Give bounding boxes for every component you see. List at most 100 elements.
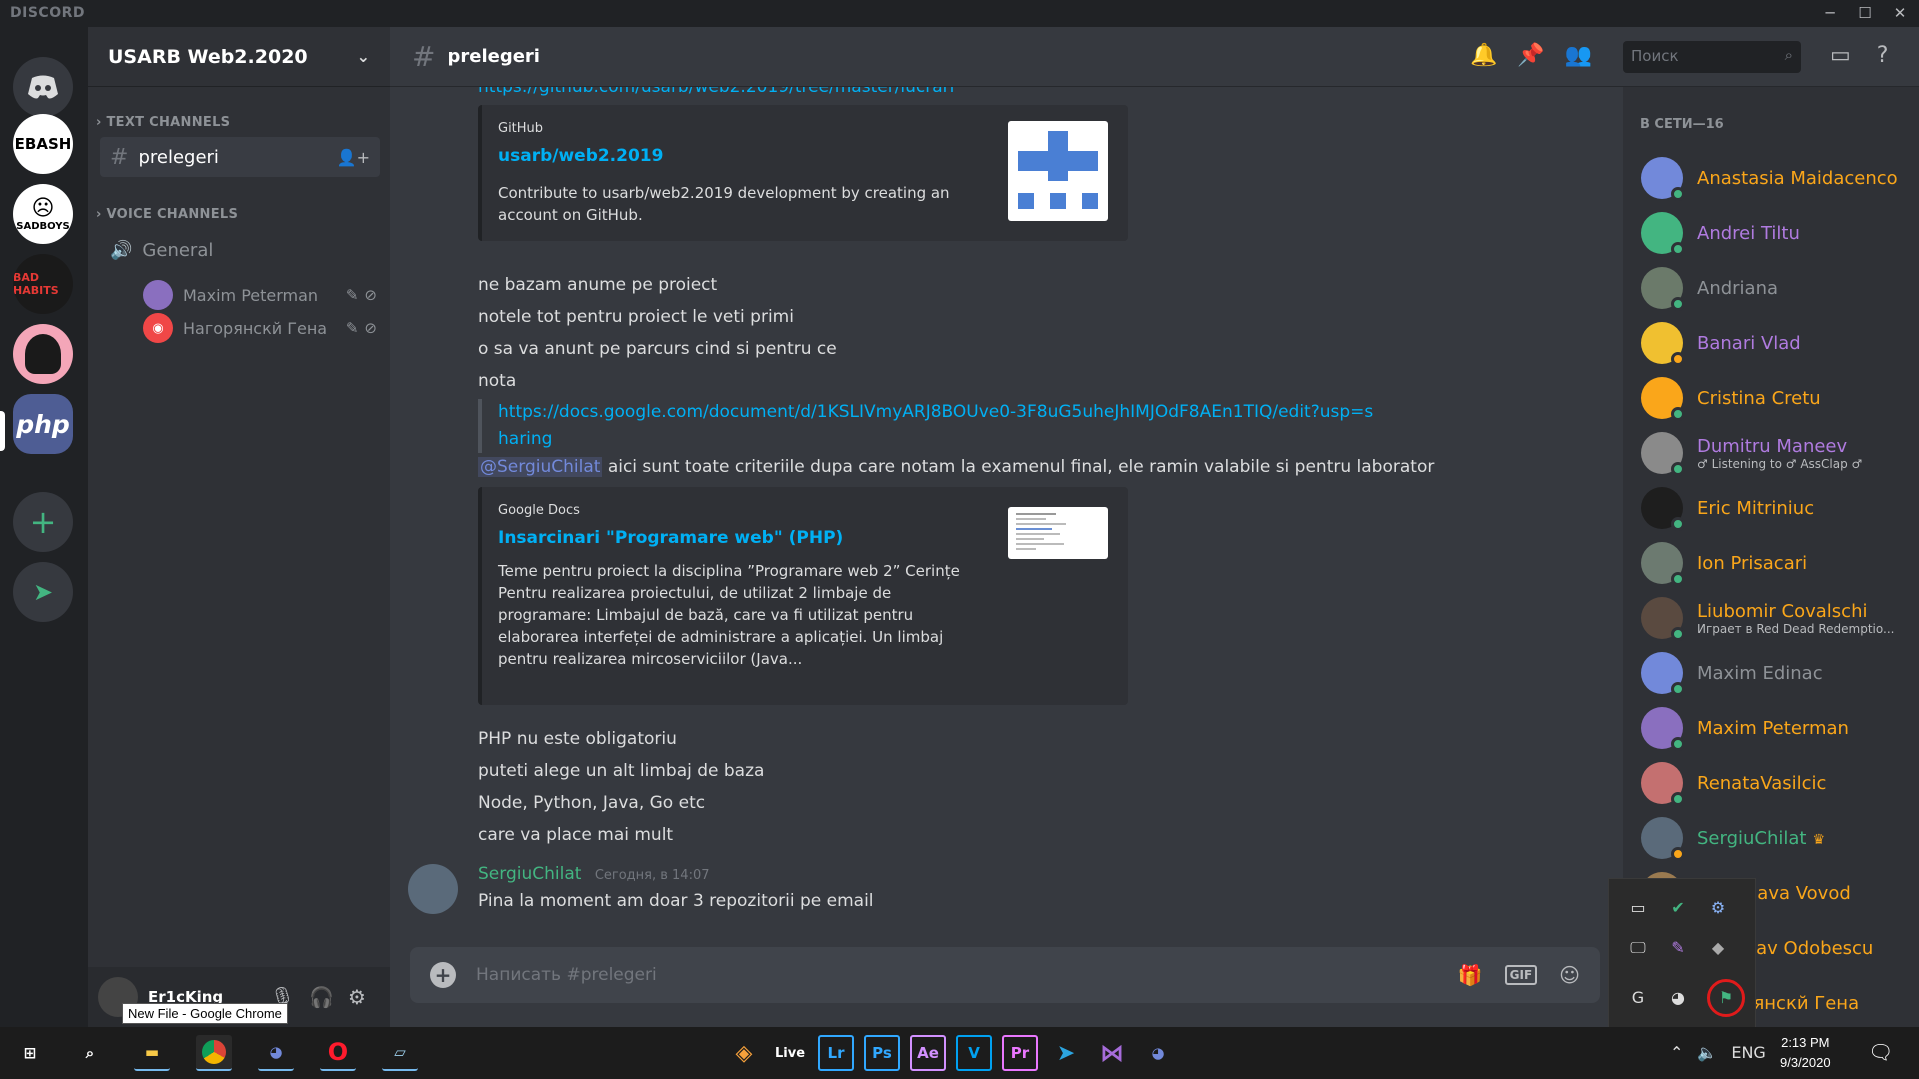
windows-start-icon[interactable]: ⊞ bbox=[12, 1035, 48, 1071]
emoji-icon[interactable]: ☺ bbox=[1559, 963, 1580, 987]
server-sadboys[interactable]: ☹ SADBOYS bbox=[13, 184, 73, 244]
message-text: aici sunt toate criteriile dupa care not… bbox=[607, 457, 1435, 477]
document-preview-icon bbox=[1016, 513, 1066, 550]
volume-icon[interactable]: 🔈 bbox=[1697, 1043, 1717, 1062]
member-name: Maxim Peterman bbox=[1697, 717, 1849, 739]
add-server-button[interactable]: + bbox=[13, 492, 73, 552]
discord-taskbar-icon[interactable]: ◕ bbox=[258, 1035, 294, 1071]
member-item[interactable]: Banari Vlad bbox=[1641, 318, 1916, 368]
message-link[interactable]: https://github.com/usarb/web2.2019/tree/… bbox=[478, 87, 954, 97]
member-item[interactable]: Liubomir Covalschi Играет в Red Dead Rede… bbox=[1641, 593, 1916, 643]
channel-title: prelegeri bbox=[447, 46, 540, 67]
author-name[interactable]: SergiuChilat bbox=[478, 864, 581, 884]
home-button[interactable] bbox=[13, 57, 73, 117]
file-explorer-icon[interactable]: ▬ bbox=[134, 1035, 170, 1071]
member-item[interactable]: Dumitru Maneev ♂ Listening to ♂ AssClap ♂ bbox=[1641, 428, 1916, 478]
message-text: Pina la moment am doar 3 repozitorii pe … bbox=[478, 891, 874, 911]
member-item[interactable]: Eric Mitriniuc bbox=[1641, 483, 1916, 533]
minimize-button[interactable]: ─ bbox=[1820, 3, 1840, 23]
search-icon[interactable]: ⌕ bbox=[72, 1035, 108, 1071]
bell-icon[interactable]: 🔔 bbox=[1470, 43, 1497, 68]
link-embed-github: GitHub usarb/web2.2019 Contribute to usa… bbox=[478, 105, 1128, 241]
discord-taskbar-icon-2[interactable]: ◕ bbox=[1140, 1035, 1176, 1071]
premiere-icon[interactable]: Pr bbox=[1002, 1035, 1038, 1071]
clock[interactable]: 2:13 PM 9/3/2020 bbox=[1780, 1033, 1831, 1073]
shield-check-icon[interactable]: ✔ bbox=[1667, 897, 1689, 919]
lightroom-icon[interactable]: Lr bbox=[818, 1035, 854, 1071]
after-effects-icon[interactable]: Ae bbox=[910, 1035, 946, 1071]
voice-channel-general[interactable]: 🔊 General bbox=[100, 230, 380, 270]
taskbar-tooltip: New File - Google Chrome bbox=[122, 1003, 288, 1024]
server-sadboys-label: SADBOYS bbox=[16, 221, 70, 232]
gift-icon[interactable]: 🎁 bbox=[1458, 963, 1483, 987]
telegram-icon[interactable]: ➤ bbox=[1048, 1035, 1084, 1071]
voice-user[interactable]: Maxim Peterman ✎⊘ bbox=[143, 279, 383, 311]
create-invite-icon[interactable]: 👤+ bbox=[337, 148, 370, 167]
voice-user-name: Maxim Peterman bbox=[183, 285, 319, 305]
voice-user[interactable]: ◉ Нагорянскй Гена ✎⊘ bbox=[143, 312, 383, 344]
chrome-icon[interactable] bbox=[196, 1035, 232, 1071]
ableton-live-icon[interactable]: Live bbox=[772, 1035, 808, 1071]
avatar[interactable] bbox=[408, 864, 458, 914]
search-input[interactable]: Поиск ⌕ bbox=[1623, 41, 1801, 73]
message-text: Node, Python, Java, Go etc bbox=[478, 793, 706, 813]
vegas-icon[interactable]: V bbox=[956, 1035, 992, 1071]
gif-button[interactable]: GIF bbox=[1504, 965, 1538, 985]
member-item[interactable]: RenataVasilcic bbox=[1641, 758, 1916, 808]
member-item[interactable]: Maxim Peterman bbox=[1641, 703, 1916, 753]
server-ebash[interactable]: EBASH bbox=[13, 114, 73, 174]
channel-sidebar: USARB Web2.2020 ⌄ › TEXT CHANNELS # prel… bbox=[88, 27, 390, 1027]
server-header[interactable]: USARB Web2.2020 ⌄ bbox=[88, 27, 390, 87]
member-item[interactable]: Ion Prisacari bbox=[1641, 538, 1916, 588]
member-text: Maxim Edinac bbox=[1683, 663, 1823, 684]
feather-icon[interactable]: ✎ bbox=[1667, 937, 1689, 959]
avatar bbox=[1641, 157, 1685, 201]
server-bad-habits[interactable]: BAD HABITS bbox=[13, 254, 73, 314]
member-name: SergiuChilat bbox=[1697, 827, 1807, 849]
chevron-up-icon[interactable]: ⌃ bbox=[1670, 1043, 1683, 1062]
member-item[interactable]: Cristina Cretu bbox=[1641, 373, 1916, 423]
composer-placeholder: Написать #prelegeri bbox=[476, 965, 657, 985]
inbox-icon[interactable]: ▭ bbox=[1830, 43, 1851, 68]
notepad-icon[interactable]: ▱ bbox=[382, 1035, 418, 1071]
members-icon[interactable]: 👥 bbox=[1565, 43, 1592, 68]
discord-tray-icon[interactable]: ◕ bbox=[1667, 987, 1689, 1009]
category-voice-channels[interactable]: › VOICE CHANNELS bbox=[96, 207, 238, 222]
monitor-icon[interactable]: 🖵 bbox=[1627, 937, 1649, 959]
member-item[interactable]: Andriana bbox=[1641, 263, 1916, 313]
pin-icon[interactable]: 📌 bbox=[1517, 43, 1544, 68]
category-label: VOICE CHANNELS bbox=[106, 207, 239, 222]
member-text: Liubomir Covalschi Играет в Red Dead Rede… bbox=[1683, 601, 1894, 636]
notification-center-icon[interactable]: 🗨 bbox=[1868, 1040, 1893, 1064]
user-mention[interactable]: @SergiuChilat bbox=[478, 457, 603, 477]
maximize-button[interactable]: ☐ bbox=[1855, 3, 1875, 23]
opera-icon[interactable]: O bbox=[320, 1035, 356, 1071]
member-item[interactable]: Maxim Edinac bbox=[1641, 648, 1916, 698]
language-indicator[interactable]: ENG bbox=[1731, 1043, 1765, 1062]
member-item[interactable]: Anastasia Maidacenco bbox=[1641, 153, 1916, 203]
help-icon[interactable]: ? bbox=[1877, 43, 1889, 68]
member-item[interactable]: SergiuChilat ♛ bbox=[1641, 813, 1916, 863]
status-dot bbox=[1671, 627, 1685, 641]
upload-plus-icon[interactable]: + bbox=[430, 962, 456, 988]
server-php[interactable]: php bbox=[13, 394, 73, 454]
channel-prelegeri[interactable]: # prelegeri 👤+ bbox=[100, 137, 380, 177]
member-name: Dumitru Maneev bbox=[1697, 435, 1848, 457]
photoshop-icon[interactable]: Ps bbox=[864, 1035, 900, 1071]
message-composer[interactable]: + Написать #prelegeri 🎁 GIF ☺ bbox=[410, 947, 1600, 1003]
server-avatar[interactable] bbox=[13, 324, 73, 384]
member-item[interactable]: Andrei Tiltu bbox=[1641, 208, 1916, 258]
app-g-icon[interactable]: G bbox=[1627, 987, 1649, 1009]
battery-icon[interactable]: ▭ bbox=[1627, 897, 1649, 919]
diamond-icon[interactable]: ◆ bbox=[1707, 937, 1729, 959]
explore-servers-button[interactable]: ➤ bbox=[13, 562, 73, 622]
steam-icon[interactable]: ⚙ bbox=[1707, 897, 1729, 919]
document-thumbnail[interactable] bbox=[1008, 507, 1108, 559]
fl-studio-icon[interactable]: ◈ bbox=[726, 1035, 762, 1071]
quote-link[interactable]: https://docs.google.com/document/d/1KSLI… bbox=[498, 402, 1373, 449]
status-dot bbox=[1671, 297, 1685, 311]
visual-studio-icon[interactable]: ⋈ bbox=[1094, 1035, 1130, 1071]
category-text-channels[interactable]: › TEXT CHANNELS bbox=[96, 115, 230, 130]
github-thumbnail[interactable] bbox=[1008, 121, 1108, 221]
close-button[interactable]: ✕ bbox=[1890, 3, 1910, 23]
